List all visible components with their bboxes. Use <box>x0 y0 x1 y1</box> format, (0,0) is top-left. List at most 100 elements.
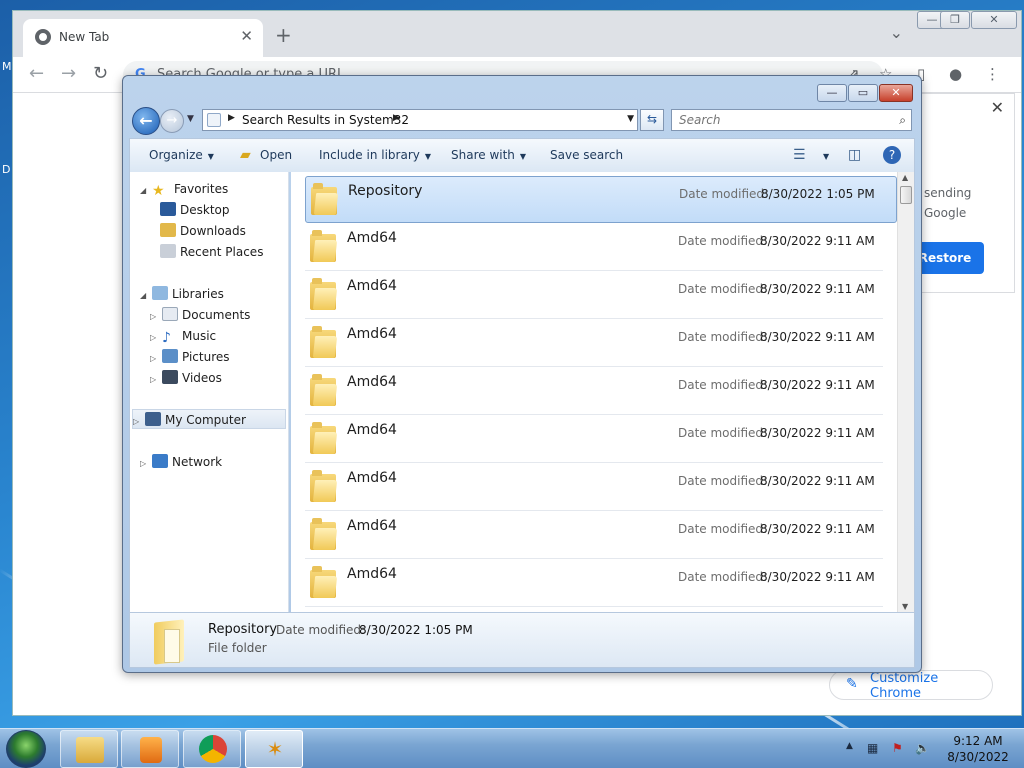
preview-pane-icon[interactable]: ◫ <box>848 147 861 163</box>
minimize-button[interactable]: — <box>817 84 847 102</box>
action-center-icon[interactable]: ⚑ <box>892 741 903 755</box>
folder-icon <box>76 737 104 763</box>
include-in-library-button[interactable]: Include in library ▼ <box>319 148 431 162</box>
nav-item-recent-places[interactable]: Recent Places <box>160 242 263 262</box>
clock-time: 9:12 AM <box>953 734 1003 748</box>
file-row[interactable]: Amd64 Date modified: 8/30/2022 9:11 AM <box>305 464 883 511</box>
breadcrumb-arrow-icon[interactable]: ▶ <box>228 113 235 123</box>
forward-arrow-icon[interactable]: → <box>61 63 76 84</box>
show-hidden-icons-icon[interactable]: ▲ <box>846 741 853 751</box>
file-row[interactable]: Repository Date modified: 8/30/2022 1:05 P… <box>305 176 897 223</box>
profile-icon[interactable]: ● <box>949 65 962 83</box>
date-modified-label: Date modified: <box>679 187 769 201</box>
desktop-icon-label[interactable]: M <box>2 60 12 73</box>
expand-icon[interactable]: ◢ <box>140 286 152 306</box>
expand-icon[interactable]: ▷ <box>150 370 162 390</box>
recent-pages-dropdown-icon[interactable]: ▼ <box>187 114 194 124</box>
file-row[interactable]: Amd64 Date modified: 8/30/2022 9:11 AM <box>305 272 883 319</box>
date-modified-label: Date modified: <box>678 474 768 488</box>
new-tab-button[interactable]: + <box>275 25 292 45</box>
file-row[interactable]: Amd64 Date modified: 8/30/2022 9:11 AM <box>305 320 883 367</box>
search-icon[interactable]: ⌕ <box>899 113 906 128</box>
open-button[interactable]: Open <box>260 148 292 162</box>
taskbar-media-player-button[interactable] <box>121 730 179 768</box>
file-row[interactable]: Amd64 Date modified: 8/30/2022 9:11 AM <box>305 560 883 607</box>
nav-item-music[interactable]: ▷ ♪ Music <box>150 326 216 346</box>
expand-icon[interactable]: ◢ <box>140 181 152 201</box>
file-row[interactable]: Amd64 Date modified: 8/30/2022 9:11 AM <box>305 512 883 559</box>
nav-item-libraries[interactable]: ◢ Libraries <box>140 284 224 304</box>
tab-close-icon[interactable]: ✕ <box>240 27 253 45</box>
search-box[interactable]: ⌕ <box>671 109 912 131</box>
nav-item-documents[interactable]: ▷ Documents <box>150 305 250 325</box>
details-date-label: Date modified: <box>276 623 366 637</box>
reload-icon[interactable]: ↻ <box>93 63 108 84</box>
start-button[interactable] <box>6 730 46 768</box>
folder-icon <box>310 566 338 598</box>
expand-icon[interactable]: ▷ <box>140 454 152 474</box>
view-options-icon[interactable]: ☰ <box>793 147 806 163</box>
close-button[interactable]: ✕ <box>879 84 913 102</box>
volume-icon[interactable]: 🔈 <box>915 741 930 755</box>
taskbar-explorer-button[interactable] <box>60 730 118 768</box>
search-input[interactable] <box>672 110 882 130</box>
menu-kebab-icon[interactable]: ⋮ <box>985 65 1000 83</box>
save-search-button[interactable]: Save search <box>550 148 623 162</box>
scroll-down-icon[interactable]: ▼ <box>902 602 908 611</box>
file-name: Amd64 <box>347 566 397 582</box>
file-row[interactable]: Amd64 Date modified: 8/30/2022 9:11 AM <box>305 224 883 271</box>
taskbar-search-window-button[interactable]: ✶ <box>245 730 303 768</box>
scrollbar-thumb[interactable] <box>900 186 912 204</box>
folder-icon <box>310 374 338 406</box>
expand-icon[interactable]: ▷ <box>133 412 145 432</box>
vertical-scrollbar[interactable]: ▲ ▼ <box>897 172 914 612</box>
scroll-up-icon[interactable]: ▲ <box>902 173 908 182</box>
file-row[interactable]: Amd64 Date modified: 8/30/2022 9:11 AM <box>305 368 883 415</box>
expand-icon[interactable]: ▷ <box>150 349 162 369</box>
nav-item-my-computer[interactable]: ▷ My Computer <box>132 409 286 429</box>
maximize-button[interactable]: ▭ <box>848 84 878 102</box>
nav-item-network[interactable]: ▷ Network <box>140 452 222 472</box>
breadcrumb-arrow-icon[interactable]: ▶ <box>393 113 400 123</box>
date-modified-value: 8/30/2022 9:11 AM <box>760 474 875 488</box>
network-tray-icon[interactable]: ▦ <box>867 741 878 755</box>
nav-item-desktop[interactable]: Desktop <box>160 200 230 220</box>
file-list: Repository Date modified: 8/30/2022 1:05 P… <box>291 172 915 612</box>
chrome-close-button[interactable]: ✕ <box>971 11 1017 29</box>
recent-places-icon <box>160 244 176 258</box>
customize-chrome-button[interactable]: ✎ Customize Chrome <box>829 670 993 701</box>
tab-search-icon[interactable]: ⌄ <box>890 23 903 42</box>
folder-icon <box>310 278 338 310</box>
taskbar-chrome-button[interactable] <box>183 730 241 768</box>
clock[interactable]: 9:12 AM 8/30/2022 <box>938 733 1018 765</box>
pencil-icon: ✎ <box>846 676 858 692</box>
back-arrow-icon[interactable]: ← <box>29 63 44 84</box>
date-modified-value: 8/30/2022 9:11 AM <box>760 234 875 248</box>
refresh-button[interactable]: ⇆ <box>640 109 664 131</box>
expand-icon[interactable]: ▷ <box>150 328 162 348</box>
view-dropdown-icon[interactable]: ▼ <box>818 148 829 162</box>
nav-item-pictures[interactable]: ▷ Pictures <box>150 347 230 367</box>
address-dropdown-icon[interactable]: ▼ <box>627 114 634 124</box>
help-icon[interactable]: ? <box>883 146 901 164</box>
date-modified-label: Date modified: <box>678 330 768 344</box>
nav-label: Recent Places <box>180 245 264 259</box>
forward-button[interactable]: → <box>160 109 184 133</box>
folder-open-icon: ▰ <box>240 147 251 163</box>
address-bar[interactable]: ▶ Search Results in System32 ▶ ▼ <box>202 109 638 131</box>
desktop-icon-label[interactable]: D <box>2 163 10 176</box>
address-path[interactable]: Search Results in System32 <box>242 113 409 127</box>
expand-icon[interactable]: ▷ <box>150 307 162 327</box>
nav-item-videos[interactable]: ▷ Videos <box>150 368 222 388</box>
nav-item-favorites[interactable]: ◢ ★ Favorites <box>140 179 228 199</box>
chrome-maximize-button[interactable]: ❐ <box>940 11 970 29</box>
nav-label: Network <box>172 455 223 469</box>
close-icon[interactable]: ✕ <box>991 98 1004 117</box>
network-icon <box>152 454 168 468</box>
nav-item-downloads[interactable]: Downloads <box>160 221 246 241</box>
chrome-tab-new-tab[interactable]: New Tab ✕ <box>23 19 263 57</box>
share-with-button[interactable]: Share with ▼ <box>451 148 526 162</box>
organize-button[interactable]: Organize ▼ <box>149 148 214 162</box>
file-row[interactable]: Amd64 Date modified: 8/30/2022 9:11 AM <box>305 416 883 463</box>
back-button[interactable]: ← <box>132 107 160 135</box>
